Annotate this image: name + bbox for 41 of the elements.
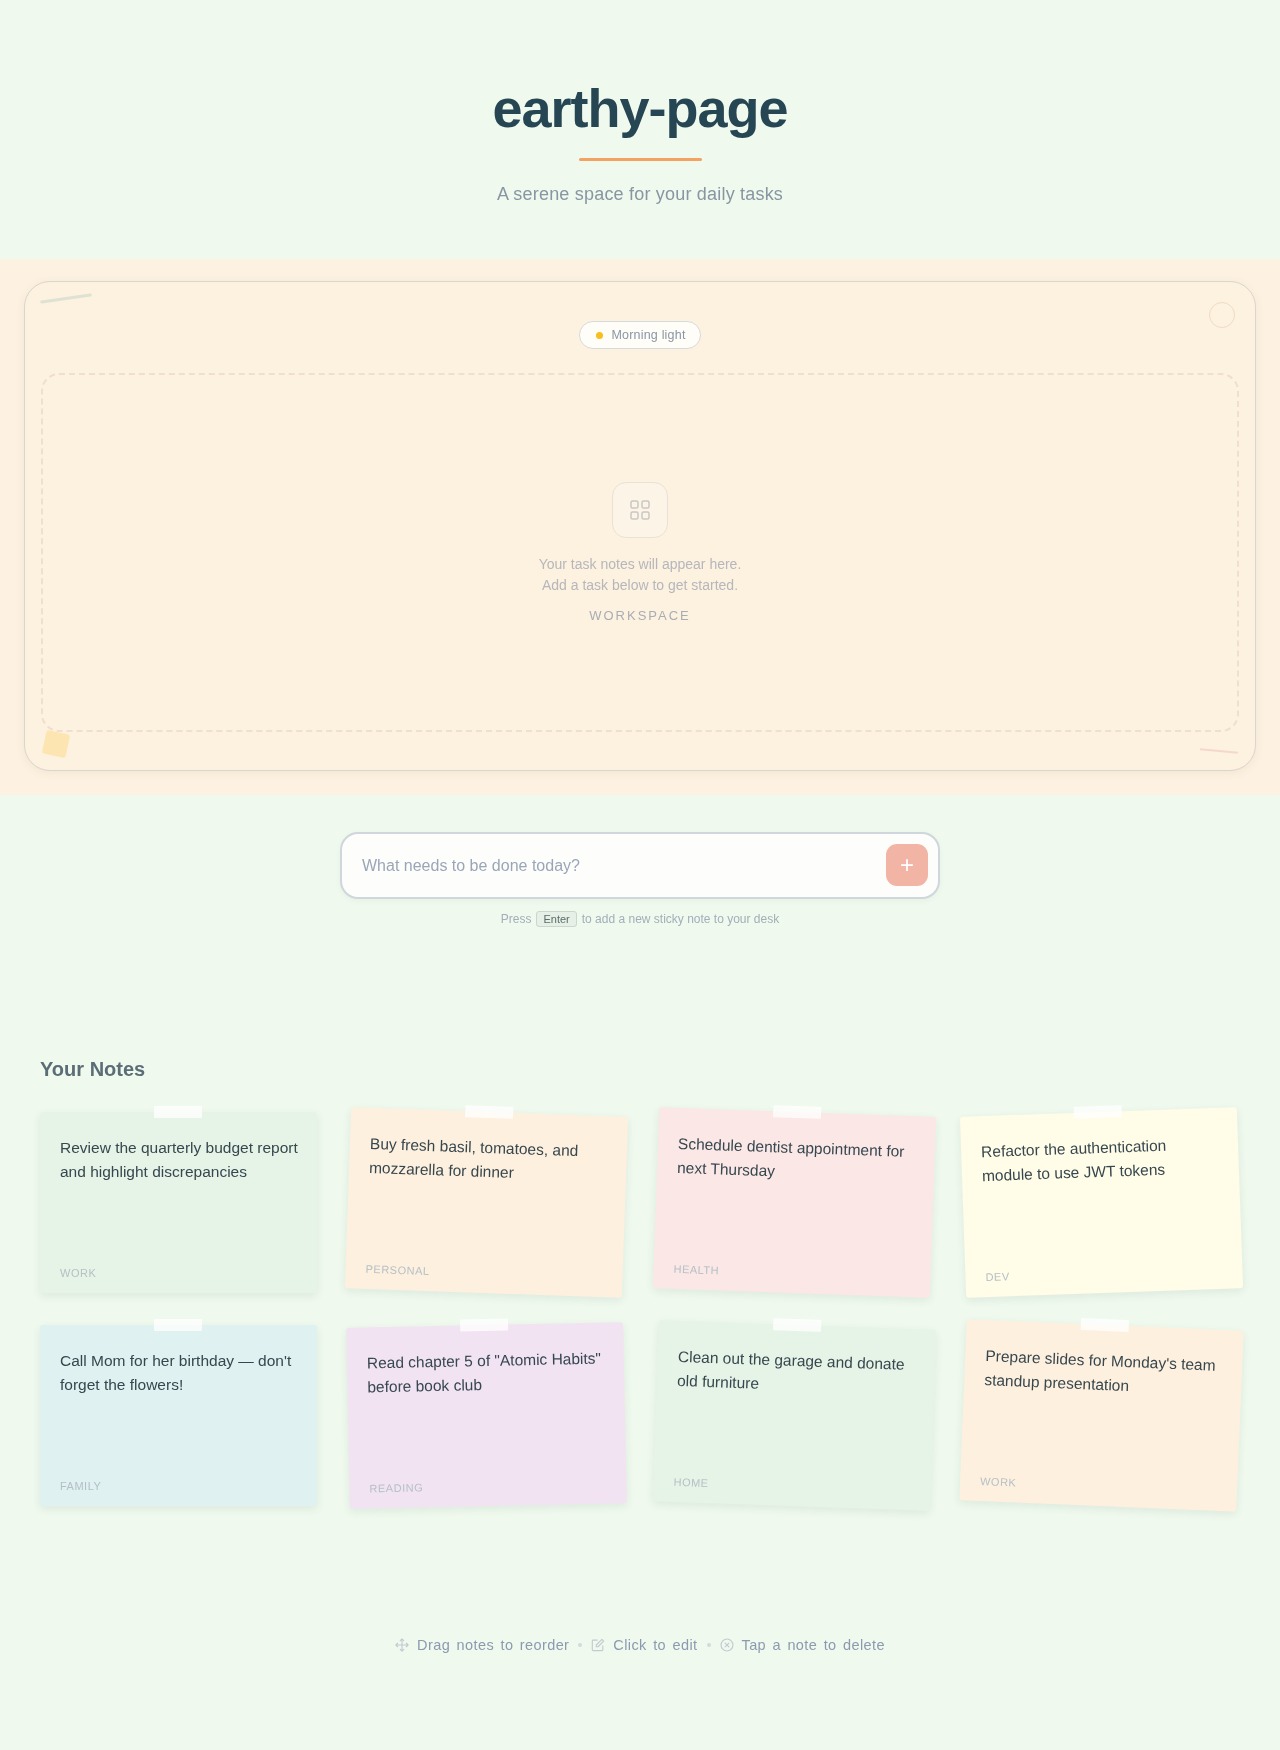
tip-text: Drag notes to reorder <box>417 1637 570 1653</box>
sticky-note[interactable]: Buy fresh basil, tomatoes, and mozzarella for dinner PERSONAL <box>344 1107 628 1298</box>
sticky-note[interactable]: Refactor the authentication module to use JWT tokens DEV <box>960 1107 1244 1298</box>
page-title: earthy-page <box>492 77 788 140</box>
note-text: Refactor the authentication module to use JWT tokens <box>981 1135 1168 1187</box>
note-text: Prepare slides for Monday's team standup presentation <box>984 1346 1218 1397</box>
note-category: DEV <box>985 1270 1011 1284</box>
page-subtitle: A serene space for your daily tasks <box>496 183 784 206</box>
empty-message: Your task notes will appear here. Add a task below to get started. <box>538 555 742 595</box>
hint-text: Press <box>500 912 532 926</box>
move-arrows-icon <box>395 1638 410 1652</box>
note-category: HEALTH <box>672 1262 719 1277</box>
corner-square-icon <box>41 729 71 759</box>
pencil-square-icon <box>591 1638 606 1652</box>
tape-icon <box>465 1105 514 1119</box>
note-text: Clean out the garage and donate old furniture <box>676 1346 906 1394</box>
note-text: Schedule dentist appointment for next Thursday <box>676 1133 906 1182</box>
tape-icon <box>1081 1318 1130 1333</box>
tip-text: Click to edit <box>613 1637 698 1653</box>
tape-icon <box>154 1319 203 1331</box>
corner-stroke-icon <box>1200 748 1238 754</box>
section-heading: Your Notes <box>40 1057 147 1082</box>
note-text: Buy fresh basil, tomatoes, and mozzarella for dinner <box>368 1133 580 1183</box>
tip-text: Tap a note to delete <box>741 1637 885 1653</box>
workspace-caption: WORKSPACE <box>589 608 691 623</box>
badge-label: Morning light <box>611 328 686 342</box>
key-cap: Enter <box>536 911 577 927</box>
status-dot-icon <box>596 331 604 339</box>
tape-icon <box>460 1318 509 1332</box>
note-text: Read chapter 5 of "Atomic Habits" before book club <box>366 1348 602 1398</box>
close-circle-icon <box>719 1638 734 1652</box>
note-text: Call Mom for her birthday — don't forget the flowers! <box>60 1351 293 1395</box>
hint-text: to add a new sticky note to your desk <box>581 912 780 926</box>
grid-icon <box>612 482 668 538</box>
note-text: Review the quarterly budget report and highlight discrepancies <box>60 1138 299 1182</box>
sticky-note[interactable]: Schedule dentist appointment for next Thursday HEALTH <box>652 1107 936 1298</box>
note-category: WORK <box>980 1475 1017 1489</box>
sticky-note[interactable]: Prepare slides for Monday's team standup presentation WORK <box>959 1319 1244 1512</box>
sticky-note[interactable]: Read chapter 5 of "Atomic Habits" before book club READING <box>345 1322 627 1509</box>
note-category: PERSONAL <box>365 1262 430 1278</box>
note-category: READING <box>369 1481 423 1495</box>
